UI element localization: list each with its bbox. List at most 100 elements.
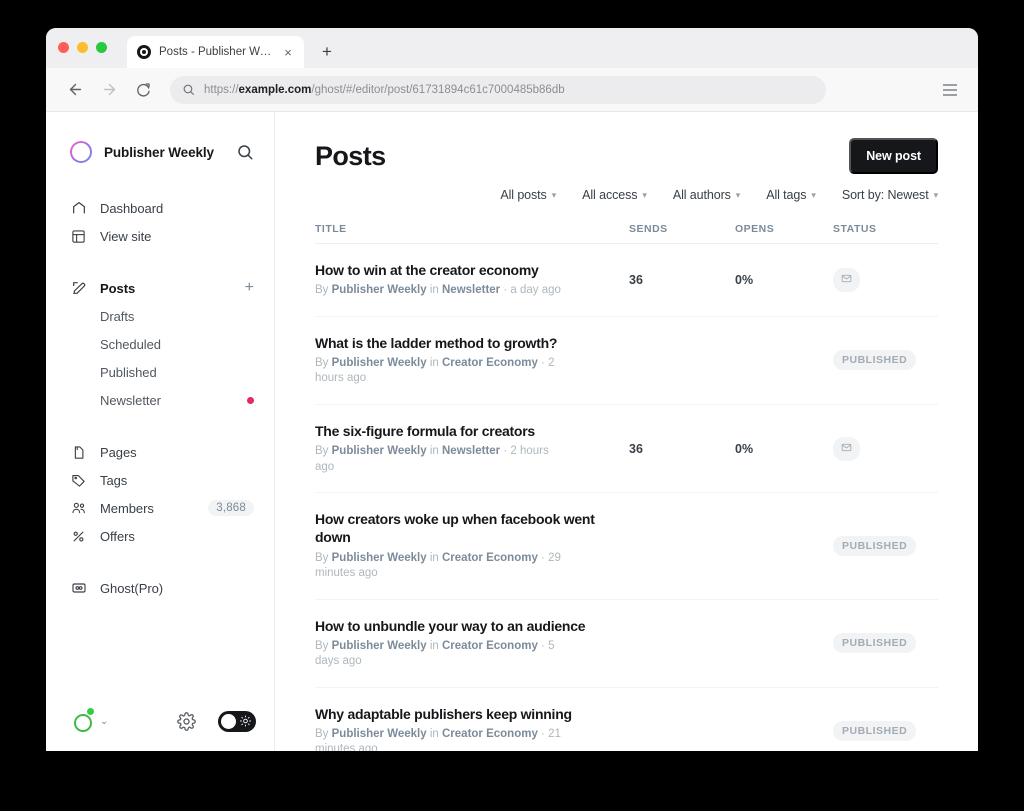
page-header: Posts New post: [315, 112, 938, 174]
post-title-cell[interactable]: How creators woke up when facebook went …: [315, 510, 629, 581]
sidebar-item-newsletter[interactable]: Newsletter: [46, 386, 274, 414]
filter-all-posts[interactable]: All posts ▾: [500, 188, 556, 202]
post-title-cell[interactable]: Why adaptable publishers keep winning By …: [315, 705, 629, 751]
status-badge: PUBLISHED: [833, 535, 917, 556]
column-header-title: TITLE: [315, 222, 347, 235]
sidebar-item-pages[interactable]: Pages: [46, 438, 274, 466]
dark-mode-toggle[interactable]: [218, 710, 256, 732]
browser-window: Posts - Publisher Weekly × + https://exa…: [46, 28, 978, 751]
sidebar-item-dashboard[interactable]: Dashboard: [46, 194, 274, 222]
tag-icon: [70, 472, 87, 489]
chevron-down-icon: ▾: [735, 189, 741, 200]
post-meta: By Publisher Weekly in Newsletter · a da…: [315, 284, 561, 297]
filter-label: All tags: [766, 188, 807, 202]
post-title-cell[interactable]: The six-figure formula for creators By Pu…: [315, 422, 629, 475]
filter-bar: All posts ▾ All access ▾ All authors ▾ All …: [315, 174, 938, 214]
site-name: Publisher Weekly: [104, 144, 214, 160]
pages-icon: [70, 444, 87, 461]
sidebar-item-ghost-pro[interactable]: Ghost(Pro): [46, 574, 274, 602]
chevron-down-icon[interactable]: ⌄: [100, 716, 108, 727]
column-header-opens: OPENS: [735, 222, 775, 235]
post-title-cell[interactable]: How to unbundle your way to an audience B…: [315, 617, 629, 670]
sidebar-item-label: Published: [100, 364, 157, 380]
column-header-sends: SENDS: [629, 222, 668, 235]
url-text: https://example.com/ghost/#/editor/post/…: [204, 83, 565, 96]
nav-secondary: Pages Tags Members 3,868 Offers: [46, 438, 274, 550]
percent-icon: [70, 528, 87, 545]
sidebar-item-offers[interactable]: Offers: [46, 522, 274, 550]
new-post-button[interactable]: New post: [849, 138, 938, 174]
browser-menu-icon[interactable]: [936, 76, 964, 104]
post-status: [833, 436, 938, 461]
footer-actions: [177, 710, 256, 732]
table-row[interactable]: How to win at the creator economy By Publ…: [315, 244, 938, 317]
table-row[interactable]: Why adaptable publishers keep winning By …: [315, 688, 938, 751]
sidebar-item-label: Members: [100, 500, 154, 516]
post-title-cell[interactable]: What is the ladder method to growth? By P…: [315, 334, 629, 387]
search-icon: [183, 84, 194, 95]
close-window-button[interactable]: [58, 41, 69, 53]
chevron-down-icon: ▾: [642, 189, 647, 200]
table-row[interactable]: The six-figure formula for creators By Pu…: [315, 405, 938, 494]
toggle-knob: [221, 713, 236, 729]
forward-button[interactable]: [94, 75, 124, 105]
table-row[interactable]: How creators woke up when facebook went …: [315, 493, 938, 600]
close-tab-icon[interactable]: ×: [280, 44, 296, 60]
status-badge: PUBLISHED: [833, 721, 917, 742]
browser-tab[interactable]: Posts - Publisher Weekly ×: [127, 36, 304, 68]
browser-toolbar: https://example.com/ghost/#/editor/post/…: [46, 68, 978, 112]
sidebar-item-drafts[interactable]: Drafts: [46, 302, 274, 330]
brand-header[interactable]: Publisher Weekly: [46, 134, 274, 170]
avatar[interactable]: [68, 707, 95, 734]
page-title: Posts: [315, 140, 386, 171]
sidebar-item-tags[interactable]: Tags: [46, 466, 274, 494]
post-title: How to unbundle your way to an audience: [315, 617, 586, 634]
site-logo-icon: [70, 141, 92, 163]
maximize-window-button[interactable]: [96, 41, 107, 53]
post-meta: By Publisher Weekly in Creator Economy ·…: [315, 639, 555, 668]
status-badge: [833, 436, 860, 461]
sidebar-item-label: Tags: [100, 472, 128, 488]
table-row[interactable]: What is the ladder method to growth? By P…: [315, 317, 938, 405]
post-sends: 36: [629, 441, 643, 456]
sidebar-item-label: Pages: [100, 444, 137, 460]
reload-button[interactable]: [128, 75, 158, 105]
filter-all-authors[interactable]: All authors ▾: [673, 188, 741, 202]
ghost-admin-app: Publisher Weekly Dashboard View site Pos…: [46, 112, 978, 751]
sidebar-item-members[interactable]: Members 3,868: [46, 494, 274, 522]
post-opens: 0%: [735, 441, 754, 456]
table-row[interactable]: How to unbundle your way to an audience B…: [315, 600, 938, 688]
filter-label: All posts: [500, 188, 547, 202]
search-icon[interactable]: [236, 143, 254, 161]
status-label: PUBLISHED: [842, 354, 908, 367]
filter-label: Sort by: Newest: [841, 188, 929, 202]
address-bar[interactable]: https://example.com/ghost/#/editor/post/…: [170, 75, 826, 104]
back-button[interactable]: [60, 75, 90, 105]
status-badge: PUBLISHED: [833, 350, 917, 371]
sidebar-item-published[interactable]: Published: [46, 358, 274, 386]
chevron-down-icon: ▾: [811, 189, 816, 200]
post-meta: By Publisher Weekly in Creator Economy ·…: [315, 356, 555, 385]
post-meta: By Publisher Weekly in Newsletter · 2 ho…: [315, 445, 549, 473]
column-header-status: STATUS: [833, 222, 877, 235]
sidebar-item-view-site[interactable]: View site: [46, 222, 274, 250]
table-header: TITLE SENDS OPENS STATUS: [315, 214, 938, 244]
sidebar-item-posts[interactable]: Posts +: [46, 274, 274, 302]
new-tab-button[interactable]: +: [314, 38, 340, 64]
new-post-plus-icon[interactable]: +: [245, 280, 254, 296]
filter-all-access[interactable]: All access ▾: [582, 188, 647, 202]
filter-sort-by[interactable]: Sort by: Newest ▾: [842, 188, 938, 202]
post-opens: 0%: [735, 272, 754, 287]
gear-icon[interactable]: [177, 711, 196, 731]
post-status: PUBLISHED: [833, 633, 938, 654]
posts-table: TITLE SENDS OPENS STATUS How to win at t…: [315, 214, 938, 751]
sidebar-item-scheduled[interactable]: Scheduled: [46, 330, 274, 358]
post-status: [833, 267, 938, 292]
filter-all-tags[interactable]: All tags ▾: [766, 188, 816, 202]
home-icon: [70, 200, 87, 217]
filter-label: All access: [582, 188, 638, 202]
status-label: PUBLISHED: [842, 637, 908, 650]
minimize-window-button[interactable]: [77, 41, 88, 53]
post-title-cell[interactable]: How to win at the creator economy By Publ…: [315, 261, 629, 299]
